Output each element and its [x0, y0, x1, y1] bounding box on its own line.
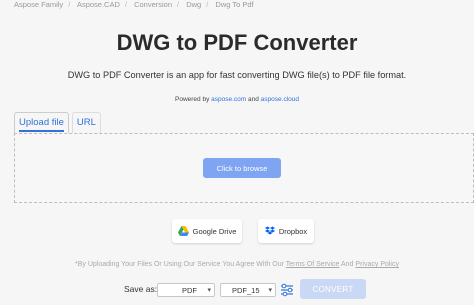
aspose-cloud-link[interactable]: aspose.cloud [261, 96, 299, 103]
breadcrumb-dwg-to-pdf[interactable]: Dwg To Pdf [215, 0, 253, 9]
aspose-com-link[interactable]: aspose.com [211, 96, 246, 103]
dropbox-label: Dropbox [278, 226, 308, 236]
page-subtitle: DWG to PDF Converter is an app for fast … [67, 70, 407, 80]
breadcrumb-aspose-family[interactable]: Aspose Family [14, 0, 63, 9]
page-title: DWG to PDF Converter [116, 30, 358, 55]
browse-button[interactable]: Click to browse [203, 158, 281, 178]
chevron-down-icon: ▾ [207, 287, 211, 294]
terms-of-service-link[interactable]: Terms Of Service [286, 261, 340, 268]
google-drive-icon [177, 226, 189, 236]
output-format-select[interactable]: PDF ▾ [157, 283, 215, 297]
upload-tabs: Upload file URL [14, 112, 101, 134]
convert-button[interactable]: CONVERT [300, 279, 366, 299]
chevron-down-icon: ▾ [268, 287, 272, 294]
powered-by: Powered by aspose.com and aspose.cloud [175, 96, 299, 103]
save-as-label: Save as: [124, 284, 158, 294]
pdf-version-select[interactable]: PDF_15 ▾ [220, 283, 276, 297]
terms-notice: *By Uploading Your Files Or Using Our Se… [74, 261, 399, 268]
breadcrumb-conversion[interactable]: Conversion [134, 0, 172, 9]
tab-upload-file[interactable]: Upload file [14, 112, 69, 134]
google-drive-button[interactable]: Google Drive [172, 219, 242, 243]
tab-url[interactable]: URL [71, 112, 101, 133]
settings-sliders-icon[interactable] [280, 282, 294, 298]
dropbox-button[interactable]: Dropbox [258, 219, 314, 243]
breadcrumb: Aspose Family / Aspose.CAD / Conversion / D… [14, 0, 254, 9]
breadcrumb-aspose-cad[interactable]: Aspose.CAD [77, 0, 120, 9]
privacy-policy-link[interactable]: Privacy Policy [355, 261, 399, 268]
dropbox-icon [264, 226, 275, 235]
breadcrumb-dwg[interactable]: Dwg [186, 0, 201, 9]
google-drive-label: Google Drive [192, 226, 237, 236]
